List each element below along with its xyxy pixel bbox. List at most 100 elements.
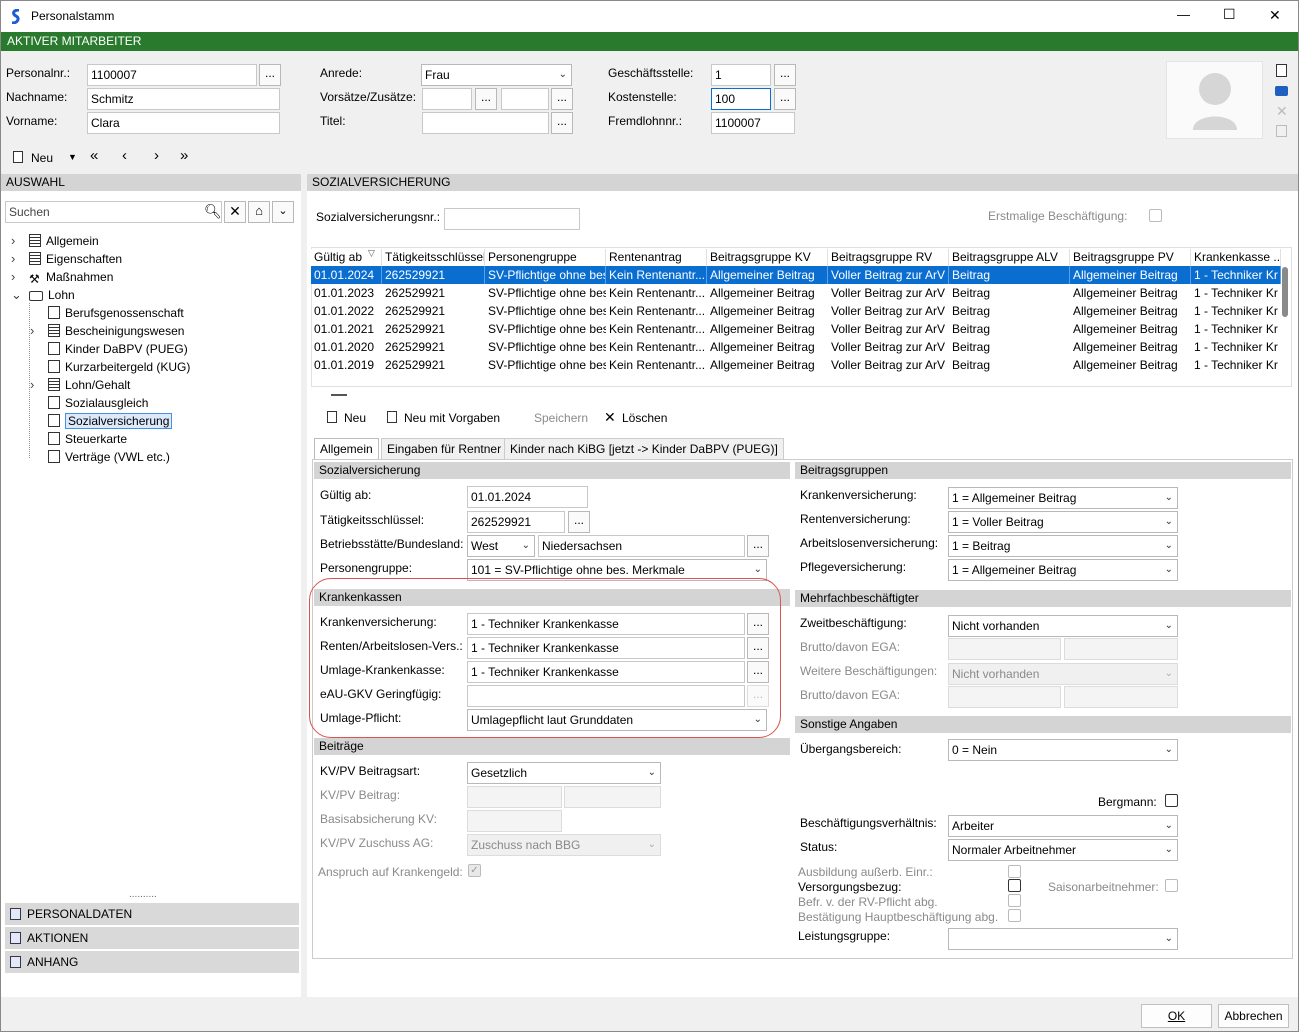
avatar[interactable] — [1166, 61, 1263, 139]
bg-rv-select[interactable]: 1 = Voller Beitrag ⌄ — [948, 511, 1178, 533]
zuschuss-select[interactable]: Zuschuss nach BBG ⌄ — [467, 834, 661, 856]
collapse-chevron-icon[interactable]: ⌄ — [11, 286, 22, 304]
nav-next-button[interactable]: › — [154, 147, 159, 164]
gueltig-input[interactable]: 01.01.2024 — [467, 486, 588, 508]
kvpv-beitrag-input-1[interactable] — [467, 786, 562, 808]
tree-search-input[interactable]: Suchen — [5, 201, 222, 223]
anspruch-checkbox[interactable]: ✓ — [468, 864, 481, 877]
ausbildung-checkbox[interactable] — [1008, 865, 1021, 878]
clear-search-button[interactable]: ✕ — [224, 201, 246, 223]
tree-item-sozialausgleich[interactable]: Sozialausgleich — [36, 394, 148, 412]
expand-chevron-icon[interactable]: › — [30, 322, 34, 340]
tree-item-kurzarbeitergeld[interactable]: Kurzarbeitergeld (KUG) — [36, 358, 190, 376]
home-button[interactable]: ⌂ — [248, 201, 270, 223]
vorsaetze-lookup-button[interactable]: ... — [475, 88, 497, 110]
close-button[interactable]: ✕ — [1269, 7, 1281, 24]
grid-column-header[interactable]: Beitragsgruppe PV — [1070, 249, 1191, 266]
versorgung-checkbox[interactable] — [1008, 879, 1021, 892]
brutto1-input-1[interactable] — [948, 638, 1061, 660]
svnr-input[interactable] — [444, 208, 580, 230]
weitere-select[interactable]: Nicht vorhanden ⌄ — [948, 663, 1178, 685]
taetig-lookup-button[interactable]: ... — [568, 511, 590, 533]
nachname-input[interactable]: Schmitz — [87, 88, 280, 110]
accordion-personaldaten[interactable]: PERSONALDATEN — [5, 903, 299, 925]
minimize-button[interactable]: — — [1177, 7, 1190, 22]
loeschen-button[interactable]: Löschen — [622, 411, 667, 425]
expand-chevron-icon[interactable]: › — [11, 268, 15, 286]
bergmann-checkbox[interactable] — [1165, 794, 1178, 807]
personalnr-lookup-button[interactable]: ... — [259, 64, 281, 86]
grid-vertical-scrollbar[interactable] — [1282, 267, 1288, 317]
brutto1-input-2[interactable] — [1064, 638, 1178, 660]
accordion-aktionen[interactable]: AKTIONEN — [5, 927, 299, 949]
brutto2-input-2[interactable] — [1064, 686, 1178, 708]
expand-chevron-icon[interactable]: › — [11, 232, 15, 250]
splitter-grip[interactable]: .......... — [129, 889, 157, 900]
uebergang-select[interactable]: 0 = Nein ⌄ — [948, 739, 1178, 761]
maximize-button[interactable]: ☐ — [1223, 6, 1236, 23]
verhaeltnis-select[interactable]: Arbeiter ⌄ — [948, 815, 1178, 837]
grid-column-header[interactable]: Rentenantrag — [606, 249, 707, 266]
tab-kinder-kibg[interactable]: Kinder nach KiBG [jetzt -> Kinder DaBPV … — [504, 438, 784, 459]
grid-column-header[interactable]: Tätigkeitsschlüssel — [382, 249, 485, 266]
erstmalig-checkbox[interactable] — [1149, 209, 1162, 222]
tab-allgemein[interactable]: Allgemein — [314, 438, 379, 460]
collapse-all-button[interactable]: ⌄ — [272, 201, 294, 223]
tab-eingaben-rentner[interactable]: Eingaben für Rentner — [381, 438, 508, 459]
tree-item-vertraege[interactable]: Verträge (VWL etc.) — [36, 448, 170, 466]
leistung-select[interactable]: ⌄ — [948, 928, 1178, 950]
kostenstelle-lookup-button[interactable]: ... — [774, 88, 796, 110]
zusaetze-input[interactable] — [501, 88, 549, 110]
tree-item-kinder-dabpv[interactable]: Kinder DaBPV (PUEG) — [36, 340, 188, 358]
geschaeftsstelle-lookup-button[interactable]: ... — [774, 64, 796, 86]
brutto2-input-1[interactable] — [948, 686, 1061, 708]
bg-alv-select[interactable]: 1 = Beitrag ⌄ — [948, 535, 1178, 557]
delete-photo-icon[interactable]: ✕ — [1276, 103, 1288, 120]
vorsaetze-input[interactable] — [422, 88, 472, 110]
neu-mit-vorgaben-button[interactable]: Neu mit Vorgaben — [404, 411, 500, 425]
expand-chevron-icon[interactable]: › — [30, 376, 34, 394]
nav-first-button[interactable]: « — [90, 147, 98, 164]
tree-item-steuerkarte[interactable]: Steuerkarte — [36, 430, 127, 448]
bg-kv-select[interactable]: 1 = Allgemeiner Beitrag ⌄ — [948, 487, 1178, 509]
status-select[interactable]: Normaler Arbeitnehmer ⌄ — [948, 839, 1178, 861]
ok-button[interactable]: OK — [1141, 1004, 1212, 1028]
grid-column-header[interactable]: Beitragsgruppe RV — [828, 249, 949, 266]
bg-pv-select[interactable]: 1 = Allgemeiner Beitrag ⌄ — [948, 559, 1178, 581]
search-icon[interactable]: 🔍︎ — [204, 203, 222, 220]
vorname-input[interactable]: Clara — [87, 112, 280, 134]
titel-input[interactable] — [422, 112, 549, 134]
camera-icon[interactable] — [1275, 86, 1288, 96]
kvpv-beitrag-input-2[interactable] — [564, 786, 661, 808]
beitragsart-select[interactable]: Gesetzlich ⌄ — [467, 762, 661, 784]
personalnr-input[interactable]: 1100007 — [87, 64, 257, 86]
accordion-anhang[interactable]: ANHANG — [5, 951, 299, 973]
titel-lookup-button[interactable]: ... — [551, 112, 573, 134]
betrieb-select[interactable]: West ⌄ — [467, 535, 535, 557]
nav-last-button[interactable]: » — [180, 147, 188, 164]
tree-item-lohn[interactable]: ⌄ Lohn — [11, 286, 75, 304]
kostenstelle-input[interactable]: 100 — [711, 88, 771, 110]
tree-item-allgemein[interactable]: › Allgemein — [11, 232, 99, 250]
bundesland-input[interactable]: Niedersachsen — [538, 535, 745, 557]
tree-item-massnahmen[interactable]: › ⚒ Maßnahmen — [11, 268, 113, 286]
tree-item-berufsgenossenschaft[interactable]: Berufsgenossenschaft — [36, 304, 184, 322]
speichern-button[interactable]: Speichern — [534, 411, 588, 425]
grid-horizontal-scrollbar[interactable] — [331, 394, 347, 396]
nav-new-button[interactable]: Neu — [31, 151, 53, 165]
grid-column-header[interactable]: Personengruppe — [485, 249, 606, 266]
nav-new-dropdown-icon[interactable]: ▼ — [68, 152, 77, 162]
new-document-icon[interactable] — [1276, 64, 1287, 77]
abbrechen-button[interactable]: Abbrechen — [1218, 1004, 1289, 1028]
nav-prev-button[interactable]: ‹ — [122, 147, 127, 164]
befr-checkbox[interactable] — [1008, 894, 1021, 907]
taetig-input[interactable]: 262529921 — [467, 511, 565, 533]
tree-item-bescheinigungswesen[interactable]: › Bescheinigungswesen — [30, 322, 184, 340]
anrede-select[interactable]: Frau ⌄ — [421, 64, 572, 86]
basis-input[interactable] — [467, 810, 562, 832]
grid-column-header[interactable]: Krankenkasse ... — [1191, 249, 1281, 266]
zweit-select[interactable]: Nicht vorhanden ⌄ — [948, 615, 1178, 637]
expand-chevron-icon[interactable]: › — [11, 250, 15, 268]
tree-item-lohn-gehalt[interactable]: › Lohn/Gehalt — [30, 376, 130, 394]
bestaetigung-checkbox[interactable] — [1008, 909, 1021, 922]
